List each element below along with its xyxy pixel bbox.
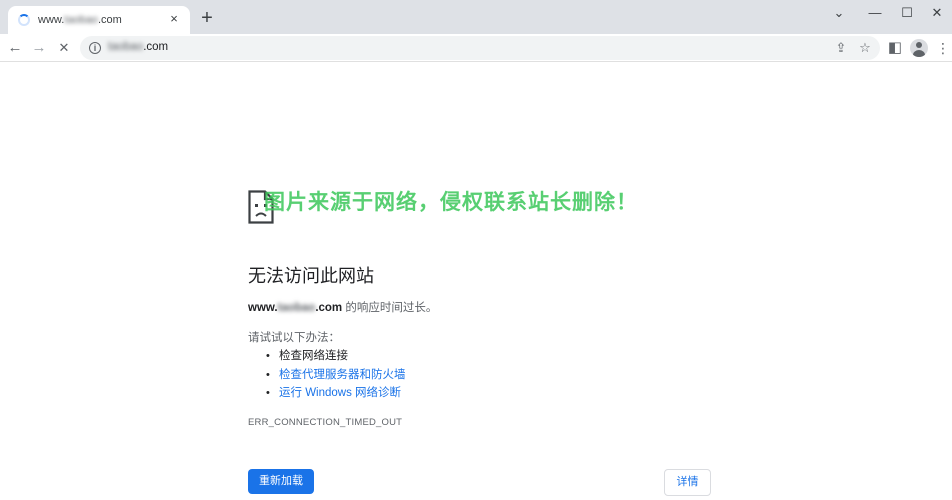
suggestion-run-diagnostics-link[interactable]: 运行 Windows 网络诊断 — [266, 384, 406, 403]
bookmark-star-icon[interactable]: ☆ — [856, 39, 874, 57]
suggestion-check-connection: 检查网络连接 — [266, 347, 406, 366]
menu-icon[interactable]: ⋮ — [936, 38, 950, 58]
minimize-button[interactable]: — — [862, 4, 888, 22]
reload-button[interactable]: 重新加载 — [248, 469, 314, 494]
profile-avatar-icon[interactable] — [910, 39, 928, 57]
tab-strip: www.taobao.com × + ⌄ — ☐ ✕ — [0, 0, 952, 34]
share-icon[interactable]: ⇪ — [832, 39, 850, 57]
error-code: ERR_CONNECTION_TIMED_OUT — [248, 417, 403, 428]
tab-active[interactable]: www.taobao.com × — [8, 6, 190, 34]
suggestion-check-proxy-link[interactable]: 检查代理服务器和防火墙 — [266, 366, 406, 385]
new-tab-button[interactable]: + — [196, 8, 218, 30]
error-description: www.taobao.com 的响应时间过长。 — [248, 302, 438, 314]
browser-toolbar: ← → ✕ i taobao.com ⇪ ☆ ◧ ⋮ — [0, 34, 952, 62]
stop-loading-icon[interactable]: ✕ — [54, 38, 74, 58]
watermark-text: 图片来源于网络，侵权联系站长删除！ — [264, 190, 638, 214]
back-icon[interactable]: ← — [5, 38, 25, 58]
error-page: 图片来源于网络，侵权联系站长删除！ 无法访问此网站 www.taobao.com… — [0, 63, 952, 500]
url-text[interactable]: taobao.com — [108, 41, 168, 53]
error-title: 无法访问此网站 — [248, 266, 374, 286]
tab-close-icon[interactable]: × — [166, 11, 182, 27]
forward-icon[interactable]: → — [29, 38, 49, 58]
maximize-button[interactable]: ☐ — [894, 4, 920, 22]
site-info-icon[interactable]: i — [89, 42, 101, 54]
suggestions-list: 检查网络连接 检查代理服务器和防火墙 运行 Windows 网络诊断 — [266, 347, 406, 403]
details-button[interactable]: 详情 — [664, 469, 711, 496]
tab-title: www.taobao.com — [38, 14, 122, 26]
close-window-button[interactable]: ✕ — [924, 4, 950, 22]
side-panel-icon[interactable]: ◧ — [885, 38, 905, 58]
suggestions-heading: 请试试以下办法： — [248, 332, 340, 344]
loading-spinner-icon — [18, 14, 30, 26]
tab-search-icon[interactable]: ⌄ — [826, 4, 852, 22]
address-bar[interactable]: i taobao.com ⇪ ☆ — [80, 36, 880, 60]
